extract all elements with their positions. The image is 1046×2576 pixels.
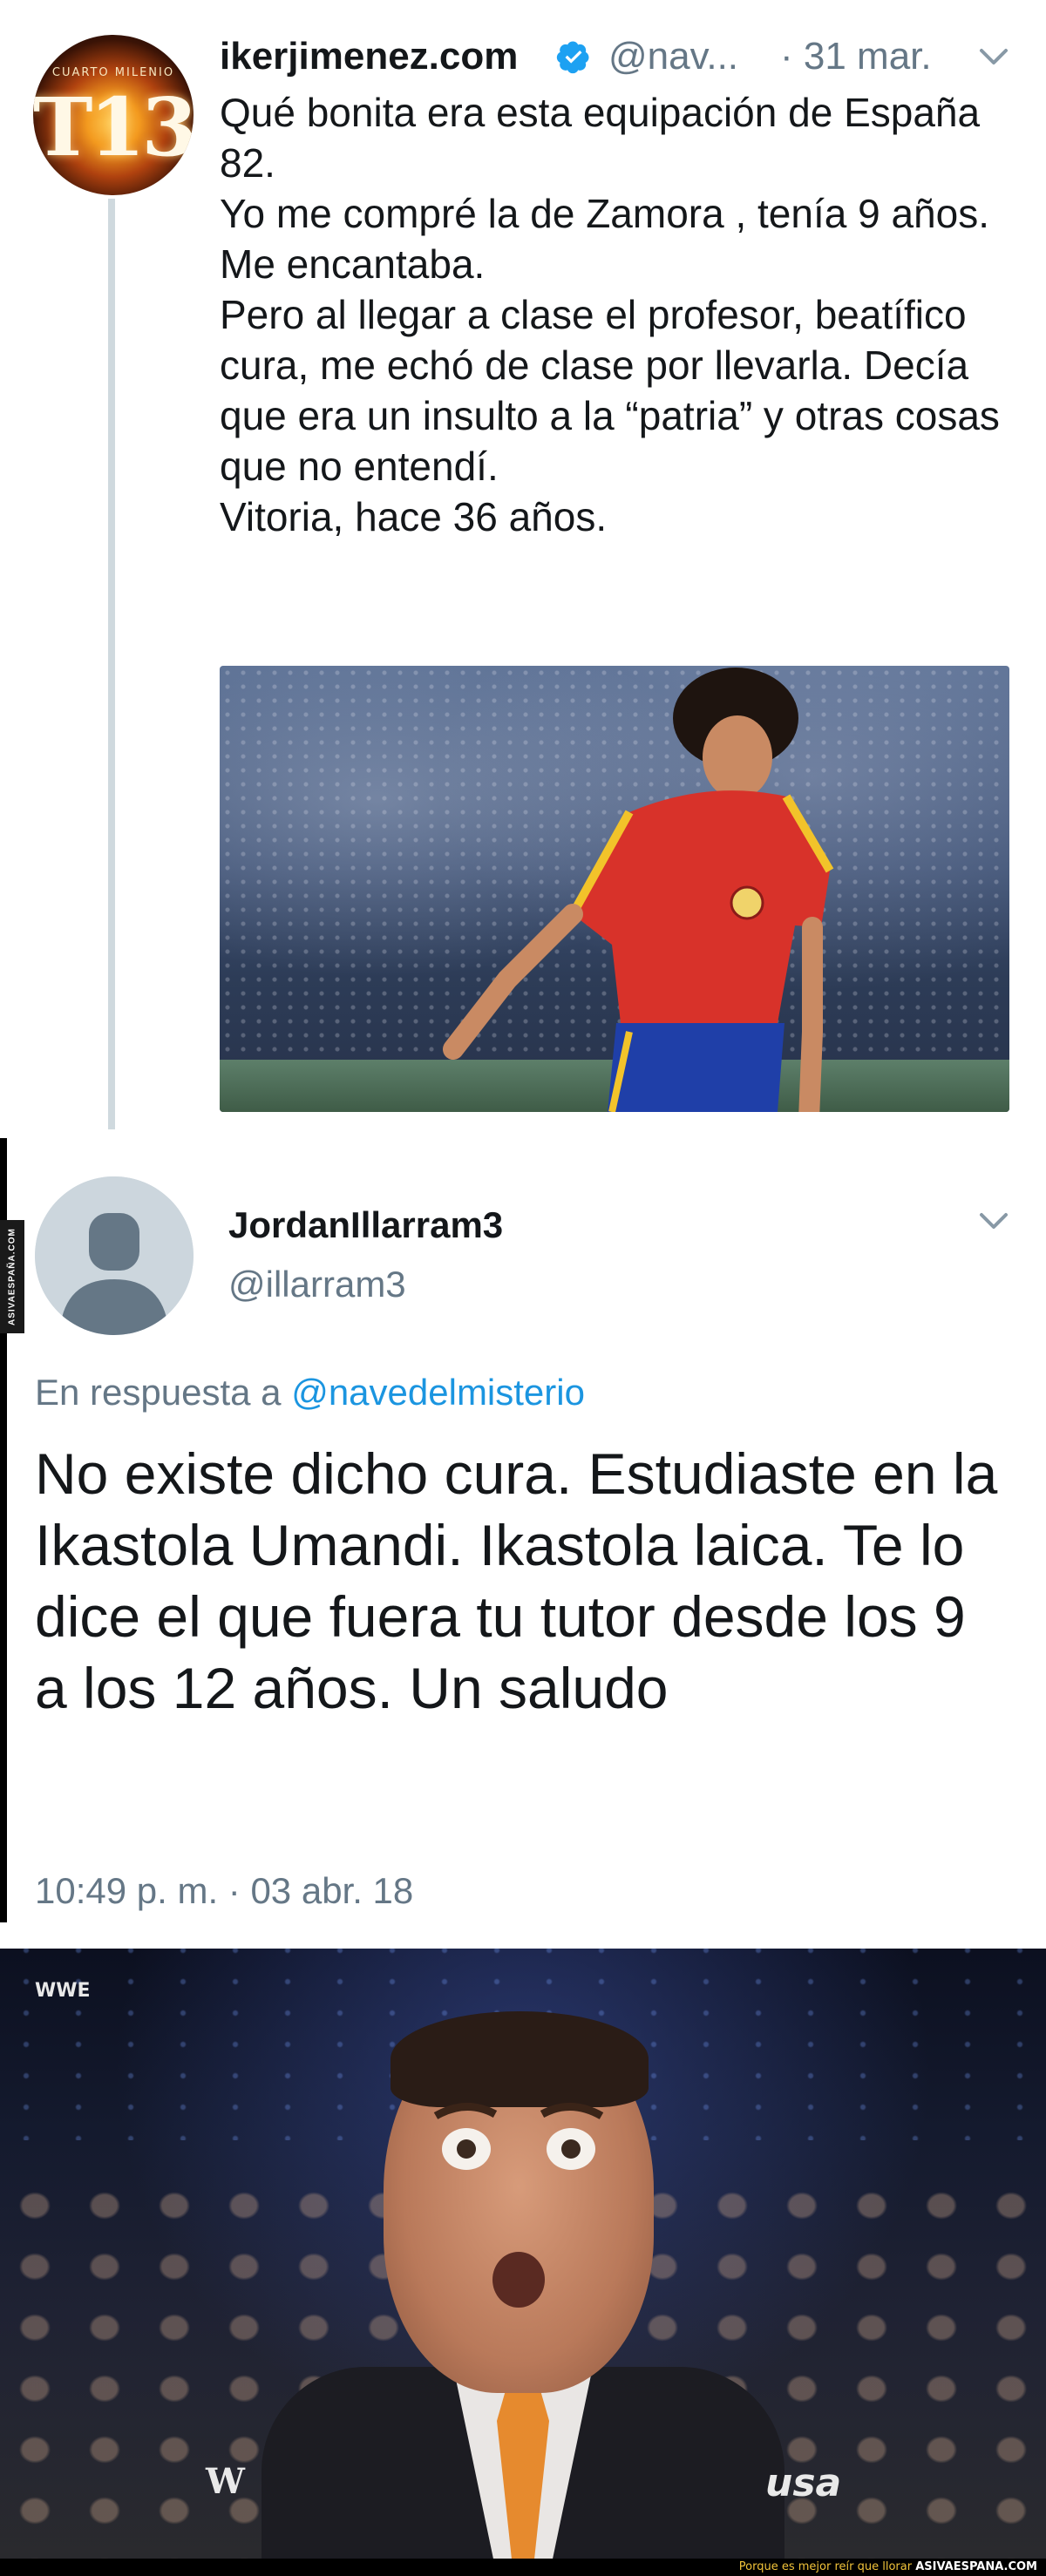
tweet-photo-footballer[interactable]: [220, 666, 1009, 1112]
reply-timestamp[interactable]: 10:49 p. m. · 03 abr. 18: [35, 1870, 413, 1912]
avatar-default[interactable]: [35, 1176, 194, 1335]
usa-network-logo: usa: [765, 2461, 842, 2505]
reaction-image: WWE W usa: [0, 1949, 1046, 2559]
tweet-line: Qué bonita era esta equipación de España…: [220, 90, 981, 186]
wwe-logo: WWE: [35, 1980, 91, 2002]
avatar-ring-text: CUARTO MILENIO: [51, 66, 175, 79]
side-watermark: ASIVAESPAÑA.COM: [0, 1220, 24, 1333]
surprised-expression-icon: [433, 2103, 604, 2308]
author-handle[interactable]: @nav...: [608, 35, 738, 78]
tweet-text: Qué bonita era esta equipación de España…: [220, 87, 1022, 542]
reply-author-display-name[interactable]: JordanIllarram3: [228, 1204, 503, 1246]
footer-site[interactable]: ASIVAESPANA.COM: [915, 2560, 1037, 2573]
thread-connector-line: [108, 199, 115, 1129]
tweet-line: Pero al llegar a clase el profesor, beat…: [220, 292, 1000, 489]
avatar-logo-text: T13: [33, 80, 194, 174]
tweet-line: Yo me compré la de Zamora , tenía 9 años…: [220, 191, 990, 236]
chevron-down-icon[interactable]: [976, 1210, 1011, 1232]
reply-prefix: En respuesta a: [35, 1372, 282, 1413]
chevron-down-icon[interactable]: [976, 45, 1011, 68]
reply-context: En respuesta a @navedelmisterio: [35, 1372, 585, 1413]
default-profile-icon: [35, 1176, 194, 1335]
wwe-w-logo: W: [206, 2461, 245, 2502]
tweet-date[interactable]: · 31 mar.: [780, 35, 932, 78]
avatar-cuarto-milenio[interactable]: CUARTO MILENIO T13: [33, 35, 194, 195]
reply-mention-link[interactable]: @navedelmisterio: [291, 1372, 585, 1413]
tweet-line: Vitoria, hace 36 años.: [220, 494, 608, 539]
footer-tagline: Porque es mejor reír que llorar: [738, 2560, 913, 2573]
reply-tweet-text: No existe dicho cura. Estudiaste en la I…: [35, 1441, 998, 1720]
author-display-name[interactable]: ikerjimenez.com: [220, 35, 518, 78]
verified-badge-icon: [556, 41, 589, 74]
reply-author-handle[interactable]: @illarram3: [228, 1264, 406, 1305]
tweet-line: Me encantaba.: [220, 241, 486, 287]
footballer-figure-illustration: [443, 668, 834, 1112]
footer-watermark: Porque es mejor reír que llorar ASIVAESP…: [0, 2559, 1046, 2576]
